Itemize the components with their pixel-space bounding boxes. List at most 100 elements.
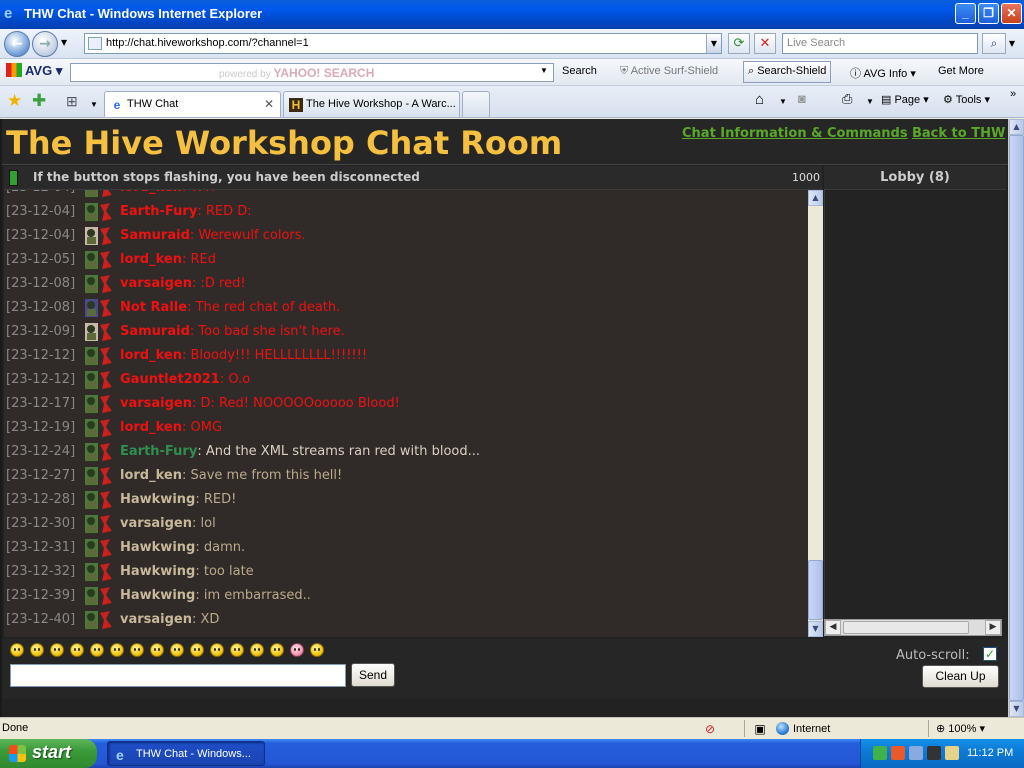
scroll-left-icon[interactable]: ◀: [825, 620, 841, 635]
back-to-thw-link[interactable]: Back to THW: [912, 126, 1005, 141]
avg-logo[interactable]: AVG ▾: [6, 63, 62, 79]
avatar-icon[interactable]: [84, 273, 114, 295]
message-author[interactable]: Earth-Fury: [120, 444, 197, 459]
user-icon[interactable]: [873, 746, 887, 760]
print-dropdown-icon[interactable]: ▼: [866, 97, 874, 106]
avatar-icon[interactable]: [84, 297, 114, 319]
popup-blocked-icon[interactable]: ⊘: [702, 721, 718, 737]
chevron-right-icon[interactable]: »: [1010, 88, 1016, 100]
home-icon[interactable]: ⌂: [755, 91, 764, 108]
scroll-right-icon[interactable]: ▶: [985, 620, 1001, 635]
message-author[interactable]: Samuraid: [120, 228, 190, 243]
smiley-icon[interactable]: [50, 643, 64, 657]
minimize-button[interactable]: _: [955, 3, 976, 24]
search-options-icon[interactable]: ▼: [1006, 33, 1018, 54]
avatar-icon[interactable]: [84, 417, 114, 439]
avatar-icon[interactable]: [84, 513, 114, 535]
network-icon[interactable]: [909, 746, 923, 760]
add-favorites-icon[interactable]: ✚: [32, 92, 46, 110]
smiley-icon[interactable]: [70, 643, 84, 657]
quick-tabs-icon[interactable]: ⊞: [66, 92, 78, 110]
message-author[interactable]: Earth-Fury: [120, 204, 197, 219]
connection-indicator[interactable]: [9, 170, 18, 186]
search-icon[interactable]: ⌕: [982, 33, 1006, 54]
scroll-up-icon[interactable]: ▲: [808, 190, 823, 206]
avatar-icon[interactable]: [84, 561, 114, 583]
recent-pages-icon[interactable]: ▼: [61, 38, 67, 47]
message-author[interactable]: varsaigen: [120, 516, 192, 531]
smiley-icon[interactable]: [230, 643, 244, 657]
avatar-icon[interactable]: [84, 345, 114, 367]
message-author[interactable]: Hawkwing: [120, 492, 195, 507]
taskbar-item-thw-chat[interactable]: e THW Chat - Windows...: [107, 741, 265, 766]
send-button[interactable]: Send: [351, 663, 395, 687]
message-author[interactable]: lord_ken: [120, 420, 182, 435]
autoscroll-checkbox[interactable]: ✓: [983, 647, 997, 661]
smiley-icon[interactable]: [310, 643, 324, 657]
message-author[interactable]: lord_ken: [120, 252, 182, 267]
message-author[interactable]: varsaigen: [120, 276, 192, 291]
chat-info-link[interactable]: Chat Information & Commands: [682, 126, 908, 141]
tab-thw-chat[interactable]: e THW Chat ✕: [104, 91, 281, 117]
avg-search-dropdown-icon[interactable]: ▼: [540, 66, 548, 75]
refresh-button[interactable]: ⟳: [728, 33, 750, 54]
tray-app-icon[interactable]: [891, 746, 905, 760]
scroll-thumb[interactable]: [808, 560, 823, 620]
new-tab-button[interactable]: [462, 91, 490, 117]
scroll-down-icon[interactable]: ▼: [808, 621, 823, 637]
smiley-icon[interactable]: [250, 643, 264, 657]
chat-message-input[interactable]: [10, 664, 346, 687]
get-more-button[interactable]: Get More: [938, 65, 984, 77]
smiley-icon[interactable]: [150, 643, 164, 657]
page-scrollbar[interactable]: ▲ ▼: [1008, 119, 1024, 717]
scroll-thumb[interactable]: [843, 621, 969, 634]
smiley-icon[interactable]: [130, 643, 144, 657]
avatar-icon[interactable]: [84, 537, 114, 559]
avatar-icon[interactable]: [84, 585, 114, 607]
tools-menu[interactable]: ⚙ Tools ▾: [943, 93, 990, 106]
volume-icon[interactable]: [945, 746, 959, 760]
print-icon[interactable]: ⎙: [842, 91, 852, 107]
close-button[interactable]: ✕: [1001, 3, 1022, 24]
favorites-star-icon[interactable]: ★: [7, 92, 22, 110]
avatar-icon[interactable]: [84, 609, 114, 631]
avatar-icon[interactable]: [84, 369, 114, 391]
avg-search-button[interactable]: Search: [562, 65, 597, 77]
avatar-icon[interactable]: [84, 321, 114, 343]
active-surf-shield[interactable]: ⛨ Active Surf-Shield: [620, 65, 718, 78]
avatar-icon[interactable]: [84, 441, 114, 463]
lobby-scrollbar[interactable]: ◀ ▶: [824, 619, 1002, 636]
smiley-icon[interactable]: [170, 643, 184, 657]
message-author[interactable]: Hawkwing: [120, 540, 195, 555]
cleanup-button[interactable]: Clean Up: [922, 665, 999, 688]
avg-info-menu[interactable]: ⓘ AVG Info ▾: [850, 65, 916, 81]
scroll-thumb[interactable]: [1009, 135, 1024, 701]
avatar-icon[interactable]: [84, 190, 114, 199]
search-shield-button[interactable]: ⌕ Search-Shield: [743, 61, 832, 83]
maximize-button[interactable]: ❐: [978, 3, 999, 24]
message-author[interactable]: Hawkwing: [120, 564, 195, 579]
smiley-icon[interactable]: [210, 643, 224, 657]
message-scrollbar[interactable]: ▲ ▼: [808, 190, 823, 637]
smiley-icon[interactable]: [110, 643, 124, 657]
feeds-icon[interactable]: ◙: [798, 91, 806, 106]
smiley-icon[interactable]: [10, 643, 24, 657]
security-zone[interactable]: Internet: [776, 722, 830, 735]
message-author[interactable]: varsaigen: [120, 396, 192, 411]
scroll-down-icon[interactable]: ▼: [1009, 701, 1024, 717]
avatar-icon[interactable]: [84, 201, 114, 223]
smiley-icon[interactable]: [90, 643, 104, 657]
message-author[interactable]: lord_ken: [120, 348, 182, 363]
avg-tray-icon[interactable]: [927, 746, 941, 760]
message-author[interactable]: Not Ralle: [120, 300, 187, 315]
message-author[interactable]: Gauntlet2021: [120, 372, 220, 387]
tab-hive-workshop[interactable]: H The Hive Workshop - A Warc...: [283, 91, 460, 117]
smiley-icon[interactable]: [190, 643, 204, 657]
stop-button[interactable]: ✕: [754, 33, 776, 54]
avatar-icon[interactable]: [84, 465, 114, 487]
message-author[interactable]: varsaigen: [120, 612, 192, 627]
avatar-icon[interactable]: [84, 225, 114, 247]
home-dropdown-icon[interactable]: ▼: [779, 97, 787, 106]
zoom-level[interactable]: ⊕ 100% ▾: [936, 722, 985, 735]
tab-list-icon[interactable]: ▼: [90, 96, 98, 114]
